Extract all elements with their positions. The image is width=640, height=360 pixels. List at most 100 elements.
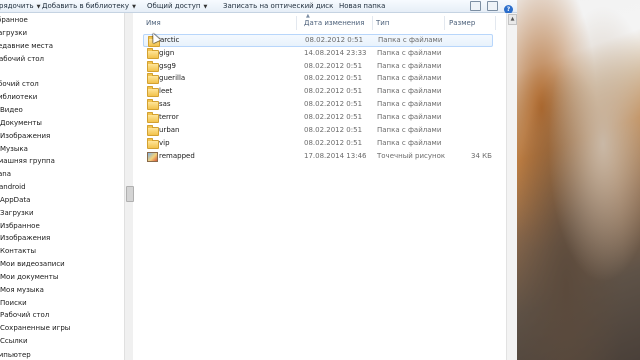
dropdown-arrow-icon: ▼ [132, 4, 136, 10]
nav-item-user-downloads[interactable]: Загрузки [0, 208, 34, 219]
explorer-window: упорядочить▼ Добавить в библиотеку▼ Общи… [0, 0, 518, 360]
file-type: Папка с файлами [377, 62, 442, 70]
column-header-size[interactable]: Размер [445, 16, 496, 30]
preview-pane-icon[interactable] [486, 1, 498, 11]
nav-scrollbar-thumb[interactable] [126, 186, 134, 202]
folder-icon [147, 61, 159, 72]
add-to-library-menu[interactable]: Добавить в библиотеку ▼ [42, 1, 136, 11]
file-row[interactable]: gign 14.08.2014 23:33 Папка с файлами [143, 47, 491, 59]
nav-item-contacts[interactable]: Контакты [0, 246, 36, 257]
nav-item-saved-games[interactable]: Сохраненные игры [0, 323, 70, 334]
nav-item-homegroup[interactable]: машняя группа [0, 156, 55, 167]
share-label: Общий доступ [147, 2, 201, 10]
nav-item-my-videos[interactable]: Мои видеозаписи [0, 259, 65, 270]
file-date: 08.02.2012 0:51 [304, 74, 363, 82]
file-row[interactable]: urban 08.02.2012 0:51 Папка с файлами [143, 124, 491, 136]
nav-item-recent-places[interactable]: едавние места [0, 41, 53, 52]
nav-item-favorites[interactable]: бранное [0, 15, 28, 26]
folder-icon [147, 112, 159, 123]
file-name: vip [159, 139, 170, 147]
file-date: 08.02.2012 0:51 [304, 113, 363, 121]
new-folder-label: Новая папка [339, 2, 386, 10]
nav-item-desktop-root[interactable]: бочий стол [0, 79, 39, 90]
column-header-name[interactable]: Имя [142, 16, 297, 30]
nav-item-downloads[interactable]: агрузки [0, 28, 27, 39]
nav-item-my-documents[interactable]: Мои документы [0, 272, 58, 283]
scroll-up-icon[interactable]: ▲ [508, 14, 517, 25]
file-size: 34 КБ [471, 152, 492, 160]
nav-item-searches[interactable]: Поиски [0, 298, 27, 309]
nav-item-computer[interactable]: мпьютер [0, 350, 31, 360]
file-type: Папка с файлами [377, 139, 442, 147]
folder-icon [147, 138, 159, 149]
nav-item-music[interactable]: Музыка [0, 144, 28, 155]
organize-menu[interactable]: упорядочить▼ [0, 1, 41, 11]
nav-item-user[interactable]: ana [0, 169, 11, 180]
file-row[interactable]: vip 08.02.2012 0:51 Папка с файлами [143, 137, 491, 149]
file-row[interactable]: remapped 17.08.2014 13:46 Точечный рисун… [143, 150, 492, 162]
file-name: sas [159, 100, 171, 108]
folder-icon [147, 125, 159, 136]
folder-icon [147, 48, 159, 59]
add-to-library-label: Добавить в библиотеку [42, 2, 130, 10]
nav-item-appdata[interactable]: AppData [0, 195, 30, 206]
column-header-type[interactable]: Тип [372, 16, 445, 30]
file-name: arctic [160, 36, 180, 44]
file-type: Папка с файлами [378, 36, 443, 44]
file-name: guerilla [159, 74, 186, 82]
nav-item-desktop[interactable]: абочий стол [0, 54, 44, 65]
nav-item-pictures[interactable]: Изображения [0, 131, 50, 142]
nav-item-my-music[interactable]: Моя музыка [0, 285, 44, 296]
nav-item-documents[interactable]: Документы [0, 118, 42, 129]
file-name: leet [159, 87, 173, 95]
file-row[interactable]: guerilla 08.02.2012 0:51 Папка с файлами [143, 72, 491, 84]
nav-item-android[interactable]: android [0, 182, 26, 193]
view-options-icon[interactable] [469, 1, 481, 11]
file-date: 08.02.2012 0:51 [304, 62, 363, 70]
command-bar: упорядочить▼ Добавить в библиотеку▼ Общи… [0, 0, 517, 14]
nav-item-user-pictures[interactable]: Изображения [0, 233, 50, 244]
new-folder-button[interactable]: Новая папка [339, 1, 385, 11]
file-type: Папка с файлами [377, 113, 442, 121]
dropdown-arrow-icon: ▼ [36, 4, 41, 10]
file-type: Папка с файлами [377, 49, 442, 57]
file-row[interactable]: terror 08.02.2012 0:51 Папка с файлами [143, 111, 491, 123]
file-row[interactable]: arctic 08.02.2012 0:51 Папка с файлами [143, 34, 493, 47]
file-date: 08.02.2012 0:51 [304, 139, 363, 147]
nav-item-libraries[interactable]: иблиотеки [0, 92, 37, 103]
file-date: 14.08.2014 23:33 [304, 49, 367, 57]
file-row[interactable]: leet 08.02.2012 0:51 Папка с файлами [143, 85, 491, 97]
file-name: urban [159, 126, 180, 134]
file-name: remapped [159, 152, 195, 160]
file-list: ▲ Имя Дата изменения Тип Размер arctic 0… [134, 13, 516, 360]
folder-icon [147, 73, 159, 84]
file-type: Папка с файлами [377, 74, 442, 82]
file-row[interactable]: sas 08.02.2012 0:51 Папка с файлами [143, 98, 491, 110]
nav-item-videos[interactable]: Видео [0, 105, 23, 116]
nav-item-user-favorites[interactable]: Избранное [0, 221, 40, 232]
share-menu[interactable]: Общий доступ ▼ [147, 1, 207, 11]
file-row[interactable]: gsg9 08.02.2012 0:51 Папка с файлами [143, 60, 491, 72]
file-type: Папка с файлами [377, 87, 442, 95]
folder-icon [147, 86, 159, 97]
file-date: 08.02.2012 0:51 [304, 87, 363, 95]
view-controls: ? [466, 1, 513, 14]
nav-item-links[interactable]: Ссылки [0, 336, 28, 347]
burn-to-disc-button[interactable]: Записать на оптический диск [223, 1, 333, 11]
file-name: terror [159, 113, 179, 121]
file-list-scrollbar[interactable]: ▲ [506, 13, 517, 360]
file-name: gign [159, 49, 175, 57]
file-type: Папка с файлами [377, 126, 442, 134]
bitmap-icon [147, 152, 158, 162]
file-type: Точечный рисунок [377, 152, 446, 160]
file-date: 08.02.2012 0:51 [304, 126, 363, 134]
nav-item-user-desktop[interactable]: Рабочий стол [0, 310, 49, 321]
navigation-pane: бранное агрузки едавние места абочий сто… [0, 13, 124, 360]
folder-icon [147, 99, 159, 110]
dropdown-arrow-icon: ▼ [203, 4, 208, 10]
nav-scrollbar[interactable] [124, 13, 134, 360]
column-header-date[interactable]: Дата изменения [300, 16, 373, 30]
file-date: 17.08.2014 13:46 [304, 152, 367, 160]
burn-to-disc-label: Записать на оптический диск [223, 2, 334, 10]
organize-label: упорядочить [0, 2, 34, 10]
